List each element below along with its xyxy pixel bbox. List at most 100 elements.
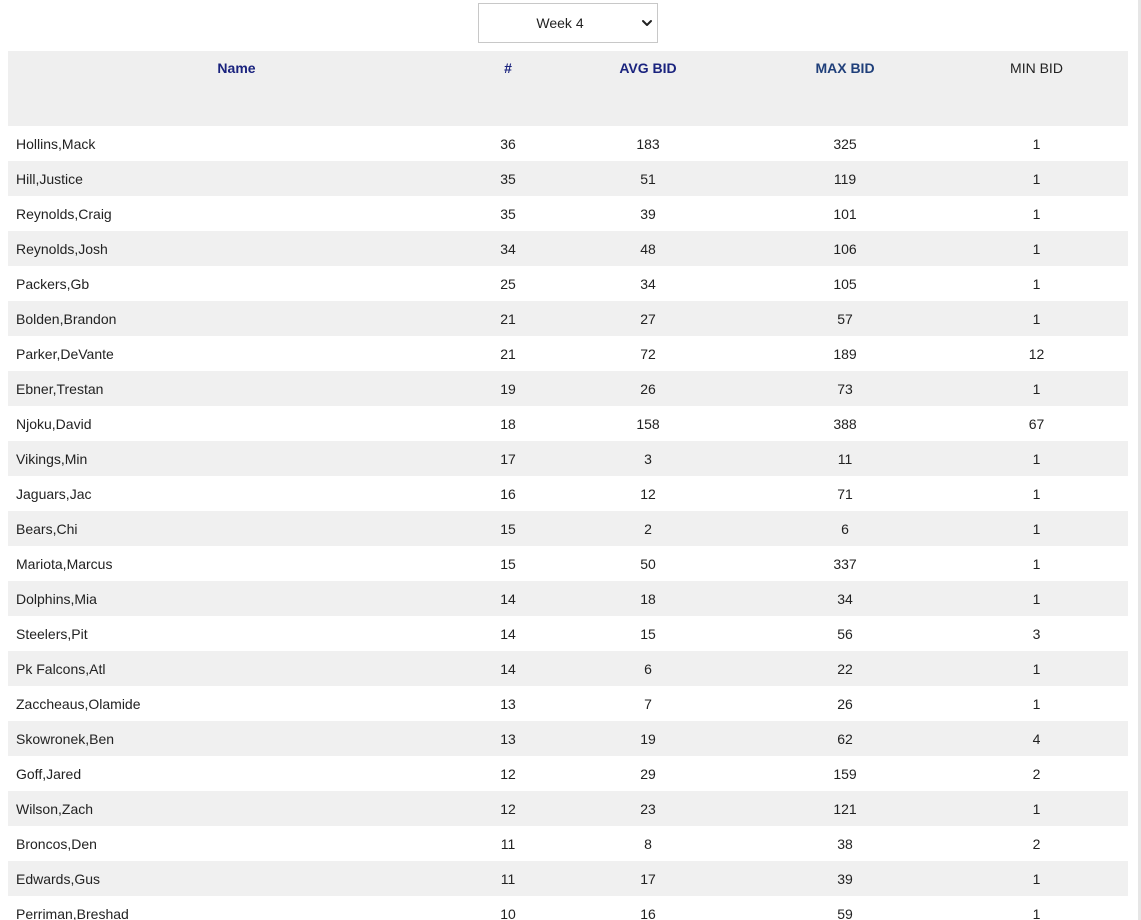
cell-avg-bid: 50: [640, 555, 656, 572]
table-row: Hill,Justice 35 51 119 1: [8, 161, 1128, 196]
sort-avg-bid-link[interactable]: AVG BID: [619, 60, 676, 76]
cell-avg-bid: 12: [640, 485, 656, 502]
cell-avg-bid: 27: [551, 301, 745, 336]
header-min-bid[interactable]: MIN BID: [945, 51, 1128, 126]
cell-name: Bears,Chi: [8, 511, 465, 546]
cell-min-bid: 2: [1032, 765, 1041, 782]
cell-max-bid: 57: [745, 301, 945, 336]
cell-min-bid: 1: [1032, 205, 1041, 222]
cell-count: 14: [500, 625, 516, 642]
cell-max-bid: 337: [833, 555, 857, 572]
cell-count: 14: [465, 581, 551, 616]
cell-max-bid: 388: [833, 415, 857, 432]
cell-avg-bid: 8: [644, 835, 652, 852]
cell-min-bid: 1: [945, 581, 1128, 616]
bids-table: Name # AVG BID MAX BID MIN BID Hollins,M…: [8, 51, 1128, 920]
cell-min-bid: 1: [945, 231, 1128, 266]
cell-count: 16: [500, 485, 516, 502]
sort-max-bid-link[interactable]: MAX BID: [815, 60, 874, 76]
cell-name: Reynolds,Josh: [8, 231, 465, 266]
cell-count: 11: [465, 861, 551, 896]
table-row: Reynolds,Josh 34 48 106 1: [8, 231, 1128, 266]
cell-name: Dolphins,Mia: [8, 581, 465, 616]
cell-min-bid: 1: [1032, 555, 1041, 572]
header-name[interactable]: Name: [8, 51, 465, 126]
header-avg-bid[interactable]: AVG BID: [551, 51, 745, 126]
table-row: Goff,Jared 12 29 159 2: [8, 756, 1128, 791]
cell-max-bid: 121: [745, 791, 945, 826]
week-selector[interactable]: Week 4: [478, 3, 658, 43]
cell-name: Wilson,Zach: [8, 791, 465, 826]
cell-min-bid: 1: [945, 861, 1128, 896]
cell-min-bid: 1: [1032, 695, 1041, 712]
cell-max-bid: 119: [745, 161, 945, 196]
cell-name: Mariota,Marcus: [16, 555, 113, 572]
cell-max-bid: 325: [833, 135, 857, 152]
cell-max-bid: 39: [745, 861, 945, 896]
cell-min-bid: 1: [1032, 135, 1041, 152]
header-max-bid[interactable]: MAX BID: [745, 51, 945, 126]
cell-name: Zaccheaus,Olamide: [16, 695, 141, 712]
cell-min-bid: 1: [945, 441, 1128, 476]
cell-avg-bid: 7: [644, 695, 652, 712]
cell-name: Perriman,Breshad: [16, 905, 129, 920]
table-row: Packers,Gb 25 34 105 1: [8, 266, 1128, 301]
header-count[interactable]: #: [465, 51, 551, 126]
cell-max-bid: 59: [837, 905, 853, 920]
cell-count: 17: [465, 441, 551, 476]
table-row: Vikings,Min 17 3 11 1: [8, 441, 1128, 476]
cell-avg-bid: 2: [551, 511, 745, 546]
cell-avg-bid: 51: [551, 161, 745, 196]
cell-count: 12: [500, 765, 516, 782]
sort-min-bid-link[interactable]: MIN BID: [1010, 60, 1063, 76]
cell-name: Steelers,Pit: [16, 625, 88, 642]
cell-min-bid: 1: [945, 651, 1128, 686]
cell-min-bid: 12: [1028, 345, 1045, 362]
table-row: Zaccheaus,Olamide 13 7 26 1: [8, 686, 1128, 721]
sort-count-link[interactable]: #: [504, 60, 512, 76]
cell-min-bid: 1: [945, 791, 1128, 826]
cell-min-bid: 1: [945, 301, 1128, 336]
cell-count: 18: [500, 415, 516, 432]
cell-max-bid: 62: [745, 721, 945, 756]
cell-count: 10: [500, 905, 516, 920]
cell-avg-bid: 3: [551, 441, 745, 476]
cell-min-bid: 67: [1028, 415, 1045, 432]
sort-name-link[interactable]: Name: [217, 60, 255, 76]
cell-avg-bid: 183: [636, 135, 660, 152]
cell-avg-bid: 17: [551, 861, 745, 896]
table-body: Hollins,Mack 36 183 325 1 Hill,Justice 35 51 11…: [8, 126, 1128, 920]
cell-name: Jaguars,Jac: [16, 485, 92, 502]
cell-max-bid: 38: [837, 835, 853, 852]
cell-count: 12: [465, 791, 551, 826]
cell-avg-bid: 158: [636, 415, 660, 432]
cell-max-bid: 6: [745, 511, 945, 546]
table-row: Jaguars,Jac 16 12 71 1: [8, 476, 1128, 511]
table-row: Njoku,David 18 158 388 67: [8, 406, 1128, 441]
table-row: Broncos,Den 11 8 38 2: [8, 826, 1128, 861]
table-row: Edwards,Gus 11 17 39 1: [8, 861, 1128, 896]
cell-max-bid: 105: [833, 275, 857, 292]
cell-name: Goff,Jared: [16, 765, 82, 782]
cell-name: Parker,DeVante: [16, 345, 114, 362]
table-row: Bolden,Brandon 21 27 57 1: [8, 301, 1128, 336]
cell-max-bid: 73: [745, 371, 945, 406]
cell-count: 34: [465, 231, 551, 266]
cell-min-bid: 4: [945, 721, 1128, 756]
cell-count: 21: [465, 301, 551, 336]
cell-avg-bid: 16: [640, 905, 656, 920]
cell-max-bid: 159: [833, 765, 857, 782]
week-select[interactable]: Week 4: [479, 4, 657, 42]
cell-name: Packers,Gb: [16, 275, 90, 292]
cell-name: Ebner,Trestan: [8, 371, 465, 406]
cell-name: Broncos,Den: [16, 835, 97, 852]
cell-min-bid: 2: [1032, 835, 1041, 852]
table-row: Wilson,Zach 12 23 121 1: [8, 791, 1128, 826]
cell-count: 13: [465, 721, 551, 756]
cell-avg-bid: 15: [640, 625, 656, 642]
table-row: Mariota,Marcus 15 50 337 1: [8, 546, 1128, 581]
cell-name: Bolden,Brandon: [8, 301, 465, 336]
table-row: Parker,DeVante 21 72 189 12: [8, 336, 1128, 371]
cell-avg-bid: 19: [551, 721, 745, 756]
cell-count: 25: [500, 275, 516, 292]
